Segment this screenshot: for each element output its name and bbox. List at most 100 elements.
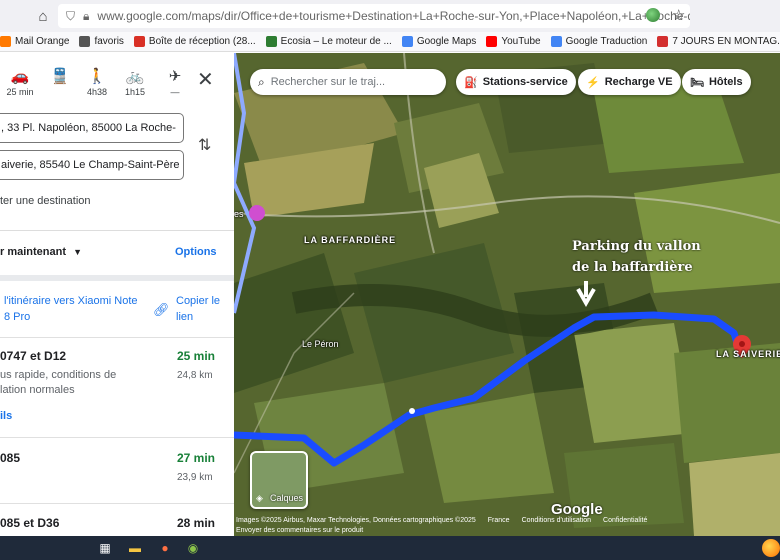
gas-station-icon: ⛽: [464, 76, 478, 89]
bookmark-label: YouTube: [501, 36, 541, 47]
section-divider: [0, 275, 234, 281]
divider: [0, 437, 234, 438]
bookmark-star-icon[interactable]: ☆: [672, 6, 685, 24]
bookmark-icon: [657, 36, 669, 47]
google-logo: Google: [551, 501, 603, 518]
add-destination-link[interactable]: ter une destination: [0, 195, 91, 207]
place-label-peron[interactable]: Le Péron: [302, 339, 339, 349]
close-icon[interactable]: ✕: [197, 67, 214, 92]
bookmark-label: Boîte de réception (28...: [148, 36, 256, 47]
travel-mode-label: 4h38: [86, 87, 108, 97]
options-button[interactable]: Options: [175, 246, 217, 258]
ev-charging-icon: ⚡: [586, 76, 600, 89]
travel-mode-label: 25 min: [6, 87, 34, 97]
bookmark-item[interactable]: 7 JOURS EN MONTAG...: [657, 36, 780, 47]
route-details-link[interactable]: ils: [0, 410, 12, 422]
layers-icon: ◈: [256, 493, 263, 503]
map-search-placeholder: Rechercher sur le traj...: [270, 76, 386, 88]
route-title[interactable]: 0747 et D12: [0, 349, 66, 363]
map-view[interactable]: ⌕ Rechercher sur le traj... ⛽ Stations-se…: [234, 53, 780, 536]
firefox-icon[interactable]: ●: [156, 540, 174, 556]
destination-field[interactable]: aiverie, 85540 Le Champ-Saint-Père: [0, 150, 184, 180]
bookmark-item[interactable]: Google Maps: [401, 36, 477, 47]
bookmark-label: Mail Orange: [15, 36, 70, 47]
place-label-baffardiere[interactable]: LA BAFFARDIÈRE: [304, 235, 396, 245]
annotation-line-2: de la baffardière: [572, 260, 693, 275]
folder-icon: [79, 36, 91, 47]
home-icon[interactable]: ⌂: [30, 3, 56, 29]
bookmark-item[interactable]: YouTube: [486, 36, 541, 47]
depart-label: r maintenant: [0, 246, 67, 258]
chip-gas-stations[interactable]: ⛽ Stations-service: [456, 69, 576, 95]
bookmark-item[interactable]: Google Traduction: [550, 36, 648, 47]
link-icon: 🔗︎: [153, 302, 170, 317]
search-icon: ⌕: [258, 74, 265, 89]
route-title[interactable]: 085: [0, 451, 20, 465]
bookmarks-bar: Mail Orange favoris Boîte de réception (28…: [0, 32, 780, 52]
travel-mode-label: 1h15: [124, 87, 146, 97]
browser-toolbar: ⌂ ⛉ 🔒︎ www.google.com/maps/dir/Office+de…: [0, 0, 780, 32]
route-time: 25 min: [177, 349, 216, 363]
divider: [0, 230, 234, 231]
shield-icon: ⛉: [66, 8, 76, 23]
youtube-icon: [486, 36, 498, 47]
ecosia-icon: [265, 36, 277, 47]
gmail-icon: [133, 36, 145, 47]
travel-mode-flight[interactable]: ✈ —: [155, 67, 195, 97]
file-explorer-icon[interactable]: ▬: [126, 540, 144, 556]
lock-icon: 🔒︎: [83, 8, 90, 23]
map-search-input[interactable]: ⌕ Rechercher sur le traj...: [250, 69, 446, 95]
app-icon[interactable]: ◉: [184, 540, 202, 556]
bookmark-item[interactable]: Mail Orange: [0, 36, 69, 47]
ecosia-extension-icon[interactable]: [646, 8, 660, 22]
divider: [0, 503, 234, 504]
taskbar: ▦ ▬ ● ◉: [0, 536, 780, 560]
bookmark-item[interactable]: favoris: [79, 36, 124, 47]
chip-label: Hôtels: [708, 76, 743, 88]
task-view-icon[interactable]: ▦: [96, 540, 114, 556]
feedback-link[interactable]: Envoyer des commentaires sur le produit: [236, 527, 363, 534]
privacy-link[interactable]: Confidentialité: [603, 517, 647, 527]
car-icon: 🚗: [10, 68, 30, 85]
travel-mode-walk[interactable]: 🚶 4h38: [77, 67, 117, 97]
attribution-bar: Images ©2025 Airbus, Maxar Technologies,…: [234, 517, 780, 527]
poi-icon[interactable]: [249, 205, 265, 221]
copy-link-button[interactable]: Copier le lien: [176, 293, 234, 325]
place-label-saiverie[interactable]: LA SAIVERIE: [716, 349, 780, 359]
travel-mode-transit[interactable]: 🚆: [40, 67, 80, 87]
origin-field[interactable]: , 33 Pl. Napoléon, 85000 La Roche-: [0, 113, 184, 143]
country-label: France: [487, 517, 510, 524]
travel-mode-label: —: [170, 87, 180, 97]
notification-icon[interactable]: [762, 539, 780, 557]
send-to-phone-link[interactable]: l'itinéraire vers Xiaomi Note 8 Pro: [4, 293, 139, 325]
bookmark-label: favoris: [94, 36, 124, 47]
travel-mode-car[interactable]: 🚗 25 min: [0, 67, 40, 97]
chip-hotels[interactable]: 🛏 Hôtels: [682, 69, 751, 95]
chip-label: Stations-service: [482, 76, 568, 88]
google-icon: [401, 36, 413, 47]
mail-icon: [0, 36, 11, 47]
travel-mode-bike[interactable]: 🚲 1h15: [115, 67, 155, 97]
bookmark-item[interactable]: Boîte de réception (28...: [133, 36, 256, 47]
url-text: www.google.com/maps/dir/Office+de+touris…: [97, 9, 690, 23]
route-time: 28 min: [177, 516, 216, 530]
route-description: us rapide, conditions de lation normales: [0, 369, 117, 396]
place-label: es: [234, 209, 244, 219]
chevron-down-icon: ▼: [73, 247, 82, 257]
terms-link[interactable]: Conditions d'utilisation: [522, 517, 591, 527]
chip-ev-charging[interactable]: ⚡ Recharge VE: [578, 69, 681, 95]
bookmark-label: Google Traduction: [565, 36, 648, 47]
address-bar[interactable]: ⛉ 🔒︎ www.google.com/maps/dir/Office+de+t…: [58, 4, 690, 28]
bookmark-item[interactable]: Ecosia – Le moteur de ...: [265, 36, 392, 47]
satellite-imagery: [234, 53, 780, 536]
route-title[interactable]: 085 et D36: [0, 516, 59, 530]
layers-button[interactable]: ◈ Calques: [250, 451, 308, 509]
swap-icon[interactable]: ⇅: [198, 135, 211, 155]
bookmark-label: Google Maps: [416, 36, 477, 47]
route-time: 27 min: [177, 451, 216, 465]
attribution-text: Images ©2025 Airbus, Maxar Technologies,…: [236, 517, 476, 524]
parking-annotation: Parking du vallon de la baffardière: [572, 236, 701, 278]
depart-now-dropdown[interactable]: r maintenant ▼: [0, 246, 82, 258]
transit-icon: 🚆: [50, 68, 70, 85]
bookmark-label: 7 JOURS EN MONTAG...: [672, 36, 780, 47]
